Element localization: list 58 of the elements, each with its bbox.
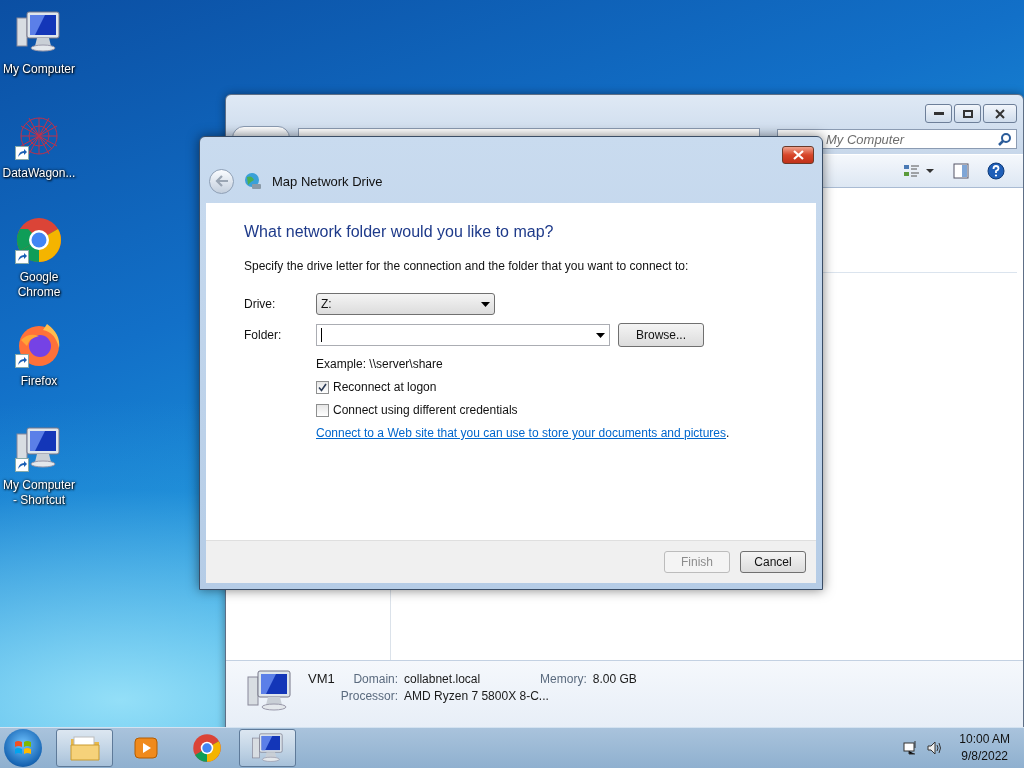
chrome-icon xyxy=(191,733,222,763)
drive-label: Drive: xyxy=(244,297,277,311)
folder-label: Folder: xyxy=(244,328,283,342)
back-arrow-icon xyxy=(214,175,229,187)
instruction-text: Specify the drive letter for the connection and the folder that you want to connect to: xyxy=(244,259,690,273)
volume-icon[interactable] xyxy=(927,740,944,756)
browse-button[interactable]: Browse... xyxy=(618,323,704,347)
minimize-icon xyxy=(933,111,944,116)
desktop-icon-label[interactable]: My Computer xyxy=(0,62,78,77)
start-button[interactable] xyxy=(4,729,42,767)
media-player-icon xyxy=(132,735,159,761)
caret-icon xyxy=(481,301,490,307)
desktop-icon-label[interactable]: Google Chrome xyxy=(0,270,78,300)
shortcut-arrow-icon xyxy=(15,458,29,472)
clock[interactable]: 10:00 AM 9/8/2022 xyxy=(959,731,1010,765)
maximize-icon xyxy=(962,109,973,118)
shortcut-arrow-icon xyxy=(15,354,29,368)
dialog-title: Map Network Drive xyxy=(272,173,383,189)
preview-pane-icon[interactable] xyxy=(953,163,969,179)
web-site-link[interactable]: Connect to a Web site that you can use to store your documents and pictures xyxy=(316,426,726,440)
caret-icon xyxy=(596,332,605,338)
checkbox[interactable] xyxy=(316,403,329,417)
remote-desktop-icon xyxy=(250,731,285,765)
field-label: Processor: xyxy=(340,689,399,703)
example-text: Example: \\server\share xyxy=(316,357,444,371)
field-value: 8.00 GB xyxy=(592,672,637,686)
field-label: Domain: xyxy=(352,672,399,686)
field-value: collabnet.local xyxy=(404,672,482,686)
chrome-icon xyxy=(15,216,63,264)
link-sentence: Connect to a Web site that you can use to store your documents and pictures. xyxy=(316,426,731,440)
taskbar-button[interactable] xyxy=(56,729,113,767)
dialog-heading: What network folder would you like to map? xyxy=(244,223,555,241)
close-icon xyxy=(995,108,1005,119)
minimize-button[interactable] xyxy=(925,104,952,123)
checkbox-label: Reconnect at logon xyxy=(333,380,437,394)
folder-icon xyxy=(69,734,100,762)
close-icon xyxy=(792,150,804,160)
folder-field[interactable] xyxy=(316,324,610,346)
desktop-icon-label[interactable]: Firefox xyxy=(0,374,78,389)
maximize-button[interactable] xyxy=(954,104,981,123)
shortcut-arrow-icon xyxy=(15,250,29,264)
drive-dropdown[interactable]: Z: xyxy=(316,293,495,315)
checkbox-label: Connect using different credentials xyxy=(333,403,518,417)
desktop-icon-label[interactable]: DataWagon... xyxy=(0,166,78,181)
field-value: AMD Ryzen 7 5800X 8-C... xyxy=(404,689,550,703)
taskbar-button[interactable] xyxy=(239,729,296,767)
help-icon[interactable] xyxy=(987,162,1005,180)
checkbox[interactable] xyxy=(316,380,329,394)
network-drive-icon xyxy=(244,172,262,190)
dialog-button[interactable]: Cancel xyxy=(740,551,806,573)
desktop-icon-label[interactable]: My Computer - Shortcut xyxy=(0,478,78,508)
search-icon xyxy=(998,132,1012,146)
view-options-icon[interactable] xyxy=(903,163,935,179)
close-button[interactable] xyxy=(983,104,1017,123)
field-label: Memory: xyxy=(540,672,587,686)
computer-name: VM1 xyxy=(308,671,335,686)
shortcut-arrow-icon xyxy=(15,146,29,160)
close-button[interactable] xyxy=(782,146,814,164)
